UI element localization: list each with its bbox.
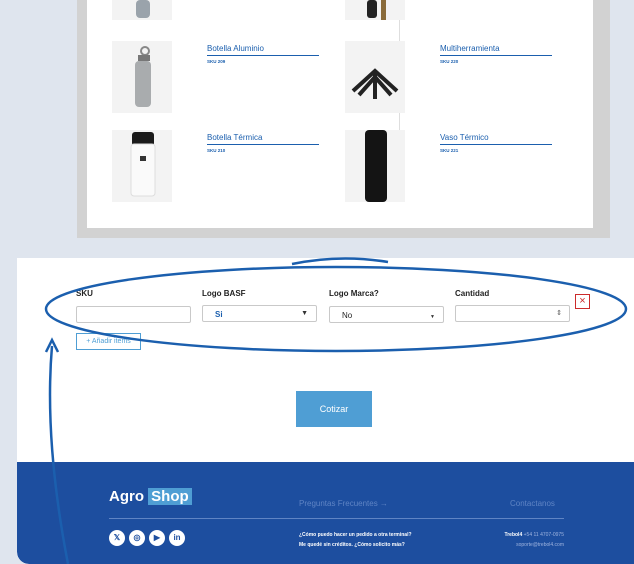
product-image-partial — [345, 0, 405, 20]
logo-basf-select[interactable]: Si ▼ — [202, 305, 317, 322]
product-name: Multiherramienta — [440, 44, 552, 56]
product-sku: SKU 220 — [440, 59, 459, 64]
instagram-icon[interactable]: ◎ — [129, 530, 145, 546]
sku-label: SKU — [76, 289, 93, 298]
sku-input[interactable] — [76, 306, 191, 323]
cotizar-button[interactable]: Cotizar — [296, 391, 372, 427]
x-icon[interactable]: 𝕏 — [109, 530, 125, 546]
linkedin-icon[interactable]: in — [169, 530, 185, 546]
contact-phone: Trebol4 +54 11 4707-0975 — [504, 532, 564, 538]
product-sku: SKU 210 — [207, 148, 226, 153]
agroshop-logo[interactable]: Agro Shop — [109, 488, 192, 505]
cantidad-label: Cantidad — [455, 289, 490, 298]
product-image-partial — [112, 0, 172, 20]
logo-basf-label: Logo BASF — [202, 289, 246, 298]
catalog-preview-page: Botella Aluminio SKU 209 Multiherramient… — [87, 0, 593, 228]
logo-marca-select[interactable]: No ▼ — [329, 306, 444, 323]
cantidad-input[interactable]: ⇕ — [455, 305, 570, 322]
product-image — [345, 130, 405, 202]
stepper-icon[interactable]: ⇕ — [556, 309, 562, 317]
product-name: Botella Aluminio — [207, 44, 319, 56]
chevron-down-icon: ▼ — [430, 314, 435, 320]
product-image — [112, 41, 172, 113]
logo-marca-value: No — [342, 311, 353, 320]
footer: Agro Shop Preguntas Frecuentes → Contact… — [17, 462, 634, 564]
chevron-down-icon: ▼ — [301, 310, 308, 317]
logo-marca-label: Logo Marca? — [329, 289, 379, 298]
product-name: Vaso Térmico — [440, 133, 552, 145]
page-card: Botella Aluminio SKU 209 Multiherramient… — [17, 0, 634, 564]
product-sku: SKU 209 — [207, 59, 226, 64]
add-items-button[interactable]: + Añadir items — [76, 333, 141, 350]
product-image — [345, 41, 405, 113]
remove-item-button[interactable]: × — [575, 294, 590, 309]
contact-email[interactable]: soporte@trebol4.com — [487, 542, 564, 548]
youtube-icon[interactable]: ▶ — [149, 530, 165, 546]
logo-basf-value: Si — [215, 310, 223, 319]
product-name: Botella Térmica — [207, 133, 319, 145]
faq-item[interactable]: ¿Cómo puedo hacer un pedido a otra termi… — [299, 532, 412, 538]
product-image — [112, 130, 172, 202]
faq-item[interactable]: Me quedé sin créditos. ¿Cómo solicito má… — [299, 542, 405, 548]
product-sku: SKU 221 — [440, 148, 459, 153]
faq-link[interactable]: Preguntas Frecuentes → — [299, 499, 388, 508]
footer-divider — [109, 518, 564, 519]
contact-link[interactable]: Contactanos — [510, 499, 555, 508]
